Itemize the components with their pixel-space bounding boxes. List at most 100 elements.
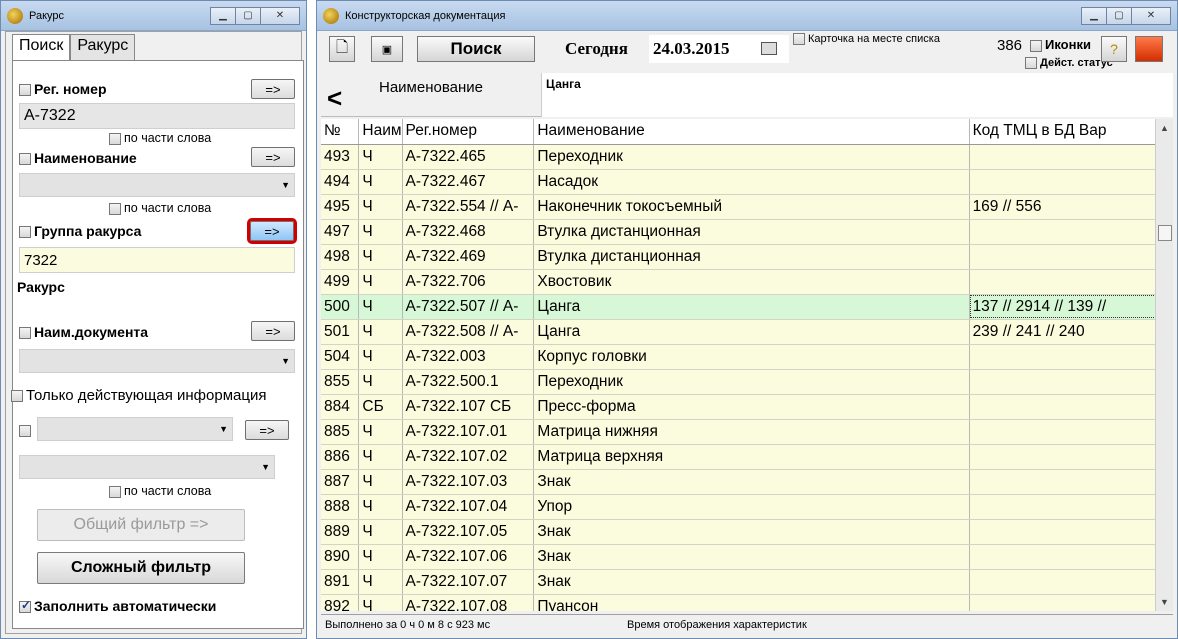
- table-row[interactable]: 499 Ч А-7322.706 Хвостовик: [321, 269, 1159, 295]
- table-cell-reg[interactable]: А-7322.507 // А-: [402, 294, 535, 320]
- help-icon[interactable]: ?: [1101, 36, 1127, 62]
- table-cell-reg[interactable]: А-7322.465: [402, 144, 535, 170]
- maximize-icon[interactable]: ▢: [235, 6, 261, 25]
- table-cell-num[interactable]: 885: [321, 419, 360, 445]
- autofill-checkbox[interactable]: [19, 598, 31, 614]
- general-filter-button[interactable]: Общий фильтр =>: [37, 509, 245, 541]
- icons-row[interactable]: Иконки: [1030, 37, 1091, 52]
- table-cell-num[interactable]: 886: [321, 444, 360, 470]
- table-cell-code[interactable]: [969, 269, 1159, 295]
- table-row[interactable]: 855 Ч А-7322.500.1 Переходник: [321, 369, 1159, 395]
- doc-name-apply-button[interactable]: =>: [251, 321, 295, 341]
- table-cell-num[interactable]: 493: [321, 144, 360, 170]
- table-row[interactable]: 888 Ч А-7322.107.04 Упор: [321, 494, 1159, 520]
- column-header-kind[interactable]: Наим: [358, 119, 403, 145]
- table-cell-name[interactable]: Переходник: [533, 144, 970, 170]
- reg-number-checkbox[interactable]: [19, 84, 31, 97]
- column-header-reg[interactable]: Рег.номер: [402, 119, 535, 145]
- table-cell-code[interactable]: [969, 519, 1159, 545]
- table-cell-code[interactable]: [969, 469, 1159, 495]
- name-apply-button[interactable]: =>: [251, 147, 295, 167]
- active-status-checkbox[interactable]: [1025, 57, 1037, 70]
- name-filter-value[interactable]: Цанга: [541, 73, 1173, 117]
- extra-combo-2[interactable]: ▼: [19, 455, 275, 479]
- table-row[interactable]: 501 Ч А-7322.508 // А- Цанга 239 // 241 // 2…: [321, 319, 1159, 345]
- table-row[interactable]: 886 Ч А-7322.107.02 Матрица верхняя: [321, 444, 1159, 470]
- group-input[interactable]: 7322: [19, 247, 295, 273]
- table-cell-reg[interactable]: А-7322.107.02: [402, 444, 535, 470]
- group-apply-button[interactable]: =>: [247, 218, 297, 244]
- table-cell-code[interactable]: [969, 244, 1159, 270]
- table-cell-code[interactable]: 169 // 556: [969, 194, 1159, 220]
- table-cell-kind[interactable]: Ч: [358, 369, 403, 395]
- table-cell-reg[interactable]: А-7322.467: [402, 169, 535, 195]
- doc-name-row[interactable]: Наим.документа: [19, 324, 148, 340]
- close-icon[interactable]: ✕: [260, 6, 300, 25]
- table-cell-reg[interactable]: А-7322.500.1: [402, 369, 535, 395]
- table-row[interactable]: 889 Ч А-7322.107.05 Знак: [321, 519, 1159, 545]
- table-cell-code[interactable]: [969, 494, 1159, 520]
- table-cell-num[interactable]: 498: [321, 244, 360, 270]
- table-cell-num[interactable]: 497: [321, 219, 360, 245]
- table-cell-reg[interactable]: А-7322.469: [402, 244, 535, 270]
- table-cell-kind[interactable]: Ч: [358, 594, 403, 611]
- table-cell-num[interactable]: 499: [321, 269, 360, 295]
- table-cell-num[interactable]: 855: [321, 369, 360, 395]
- table-cell-kind[interactable]: Ч: [358, 244, 403, 270]
- table-cell-reg[interactable]: А-7322.468: [402, 219, 535, 245]
- calendar-icon[interactable]: [761, 42, 777, 55]
- table-cell-kind[interactable]: Ч: [358, 219, 403, 245]
- table-cell-num[interactable]: 887: [321, 469, 360, 495]
- table-row[interactable]: 498 Ч А-7322.469 Втулка дистанционная: [321, 244, 1159, 270]
- table-cell-reg[interactable]: А-7322.706: [402, 269, 535, 295]
- table-cell-num[interactable]: 504: [321, 344, 360, 370]
- table-row[interactable]: 890 Ч А-7322.107.06 Знак: [321, 544, 1159, 570]
- table-cell-kind[interactable]: Ч: [358, 319, 403, 345]
- table-cell-num[interactable]: 884: [321, 394, 360, 420]
- reg-number-partial-checkbox[interactable]: [109, 132, 121, 145]
- doc-name-combo[interactable]: ▼: [19, 349, 295, 373]
- table-cell-name[interactable]: Знак: [533, 519, 970, 545]
- minimize-icon[interactable]: ▁: [210, 6, 236, 25]
- table-cell-reg[interactable]: А-7322.554 // А-: [402, 194, 535, 220]
- table-cell-num[interactable]: 501: [321, 319, 360, 345]
- table-cell-name[interactable]: Втулка дистанционная: [533, 219, 970, 245]
- table-cell-name[interactable]: Втулка дистанционная: [533, 244, 970, 270]
- doc-name-checkbox[interactable]: [19, 327, 31, 340]
- table-row[interactable]: 500 Ч А-7322.507 // А- Цанга 137 // 2914 // …: [321, 294, 1159, 320]
- table-cell-num[interactable]: 892: [321, 594, 360, 611]
- table-cell-code[interactable]: [969, 344, 1159, 370]
- tab-search[interactable]: Поиск: [12, 34, 71, 62]
- column-header-name[interactable]: Наименование: [533, 119, 970, 145]
- table-cell-name[interactable]: Хвостовик: [533, 269, 970, 295]
- table-cell-code[interactable]: 239 // 241 // 240: [969, 319, 1159, 345]
- table-cell-name[interactable]: Наконечник токосъемный: [533, 194, 970, 220]
- table-cell-num[interactable]: 494: [321, 169, 360, 195]
- back-button[interactable]: <: [327, 83, 342, 114]
- name-checkbox[interactable]: [19, 153, 31, 166]
- extra-checkbox[interactable]: [19, 425, 31, 438]
- table-cell-name[interactable]: Знак: [533, 544, 970, 570]
- table-cell-name[interactable]: Знак: [533, 569, 970, 595]
- card-in-place-checkbox[interactable]: [793, 33, 805, 46]
- table-row[interactable]: 497 Ч А-7322.468 Втулка дистанционная: [321, 219, 1159, 245]
- name-combo[interactable]: ▼: [19, 173, 295, 197]
- icons-checkbox[interactable]: [1030, 39, 1042, 52]
- extra-checkbox-row[interactable]: [19, 422, 34, 439]
- scroll-thumb[interactable]: [1158, 225, 1172, 241]
- table-cell-kind[interactable]: Ч: [358, 444, 403, 470]
- group-checkbox[interactable]: [19, 226, 31, 239]
- only-active-row[interactable]: Только действующая информация: [11, 387, 266, 404]
- scroll-up-icon[interactable]: ▲: [1160, 123, 1169, 133]
- table-cell-reg[interactable]: А-7322.508 // А-: [402, 319, 535, 345]
- table-cell-reg[interactable]: А-7322.107.06: [402, 544, 535, 570]
- new-document-icon[interactable]: 🗋: [329, 36, 355, 62]
- table-cell-name[interactable]: Матрица верхняя: [533, 444, 970, 470]
- table-cell-reg[interactable]: А-7322.003: [402, 344, 535, 370]
- table-cell-kind[interactable]: Ч: [358, 269, 403, 295]
- table-cell-kind[interactable]: Ч: [358, 419, 403, 445]
- table-cell-kind[interactable]: Ч: [358, 194, 403, 220]
- table-cell-code[interactable]: [969, 369, 1159, 395]
- table-cell-name[interactable]: Корпус головки: [533, 344, 970, 370]
- table-row[interactable]: 494 Ч А-7322.467 Насадок: [321, 169, 1159, 195]
